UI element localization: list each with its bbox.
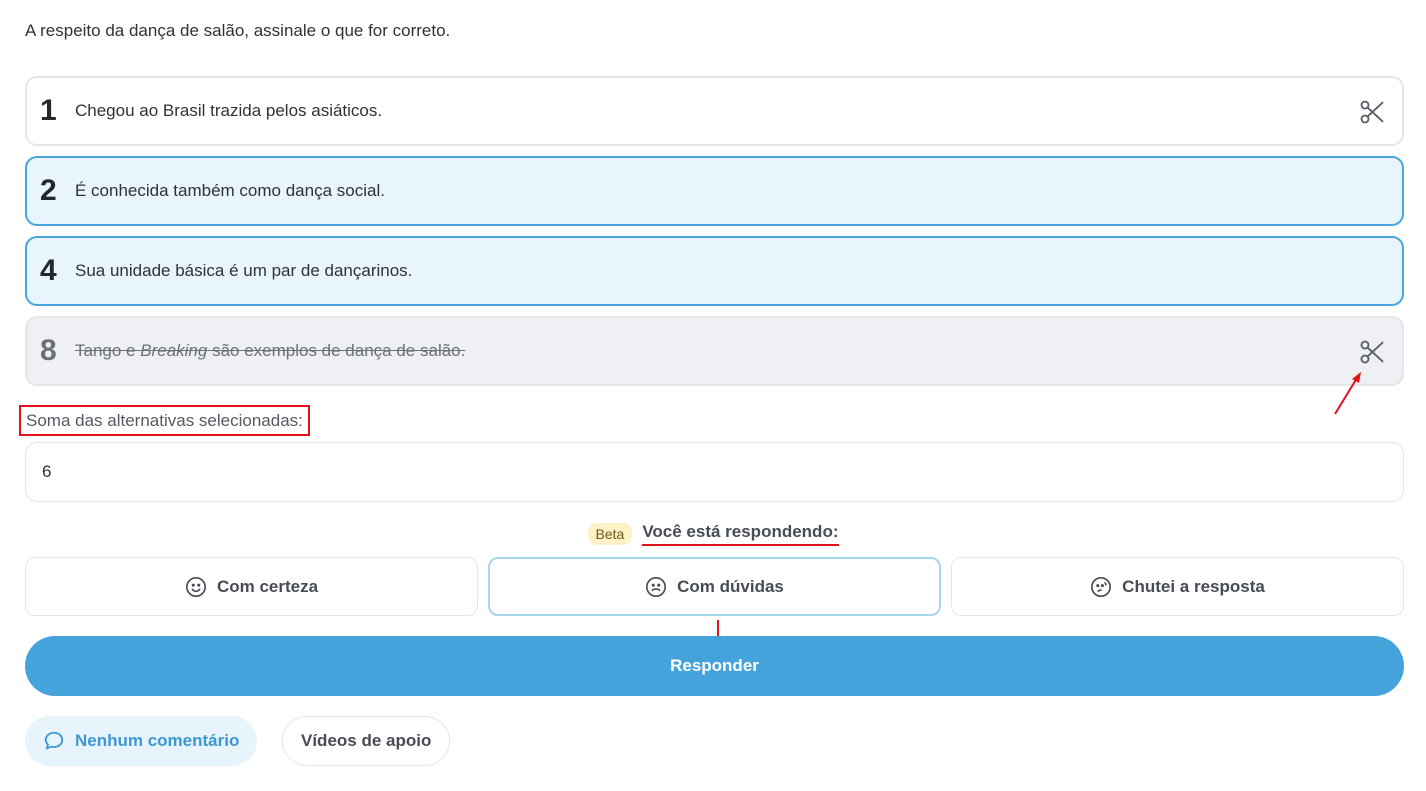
alternative-text: É conhecida também como dança social. xyxy=(75,181,385,200)
alternative-8[interactable]: 8 Tango e Breaking são exemplos de dança… xyxy=(25,316,1404,386)
worried-face-icon xyxy=(1091,576,1112,597)
alternative-2[interactable]: 2 É conhecida também como dança social. xyxy=(25,156,1404,226)
alternative-text: Tango e Breaking são exemplos de dança d… xyxy=(75,341,465,361)
scissors-icon[interactable] xyxy=(1358,98,1386,126)
alternative-text-part: são exemplos de dança de salão. xyxy=(207,341,466,360)
alternative-text-part: Tango e xyxy=(75,341,141,360)
alternative-text: Chegou ao Brasil trazida pelos asiáticos… xyxy=(75,101,383,120)
alternative-number: 8 xyxy=(40,334,57,367)
alternative-number: 1 xyxy=(40,94,57,127)
confidence-label: Chutei a resposta xyxy=(1122,576,1265,596)
comment-bubble-icon xyxy=(44,731,64,750)
alternative-number: 2 xyxy=(40,174,57,207)
confidence-label: Com certeza xyxy=(216,576,319,596)
neutral-face-icon xyxy=(646,576,667,597)
comments-button[interactable]: Nenhum comentário xyxy=(25,716,258,766)
confidence-header: Beta Você está respondendo: xyxy=(0,522,1426,546)
scissors-icon[interactable] xyxy=(1358,338,1386,366)
alternative-1[interactable]: 1 Chegou ao Brasil trazida pelos asiátic… xyxy=(25,76,1404,146)
alternative-text-italic: Breaking xyxy=(140,341,208,360)
confidence-certain-button[interactable]: Com certeza xyxy=(25,557,478,616)
comments-label: Nenhum comentário xyxy=(75,731,240,750)
alternative-4[interactable]: 4 Sua unidade básica é um par de dançari… xyxy=(25,236,1404,306)
sum-label: Soma das alternativas selecionadas: xyxy=(19,405,310,436)
alternative-number: 4 xyxy=(40,254,57,287)
submit-button[interactable]: Responder xyxy=(25,636,1404,696)
question-text: A respeito da dança de salão, assinale o… xyxy=(25,21,451,40)
alternative-text: Sua unidade básica é um par de dançarino… xyxy=(75,261,413,280)
smile-icon xyxy=(185,576,206,597)
confidence-doubt-button[interactable]: Com dúvidas xyxy=(488,557,941,616)
videos-label: Vídeos de apoio xyxy=(301,731,432,750)
sum-input[interactable] xyxy=(25,442,1404,502)
videos-button[interactable]: Vídeos de apoio xyxy=(282,716,451,766)
confidence-label: Com dúvidas xyxy=(677,576,784,596)
beta-badge: Beta xyxy=(587,523,633,545)
responding-label: Você está respondendo: xyxy=(642,522,839,546)
confidence-guess-button[interactable]: Chutei a resposta xyxy=(951,557,1404,616)
